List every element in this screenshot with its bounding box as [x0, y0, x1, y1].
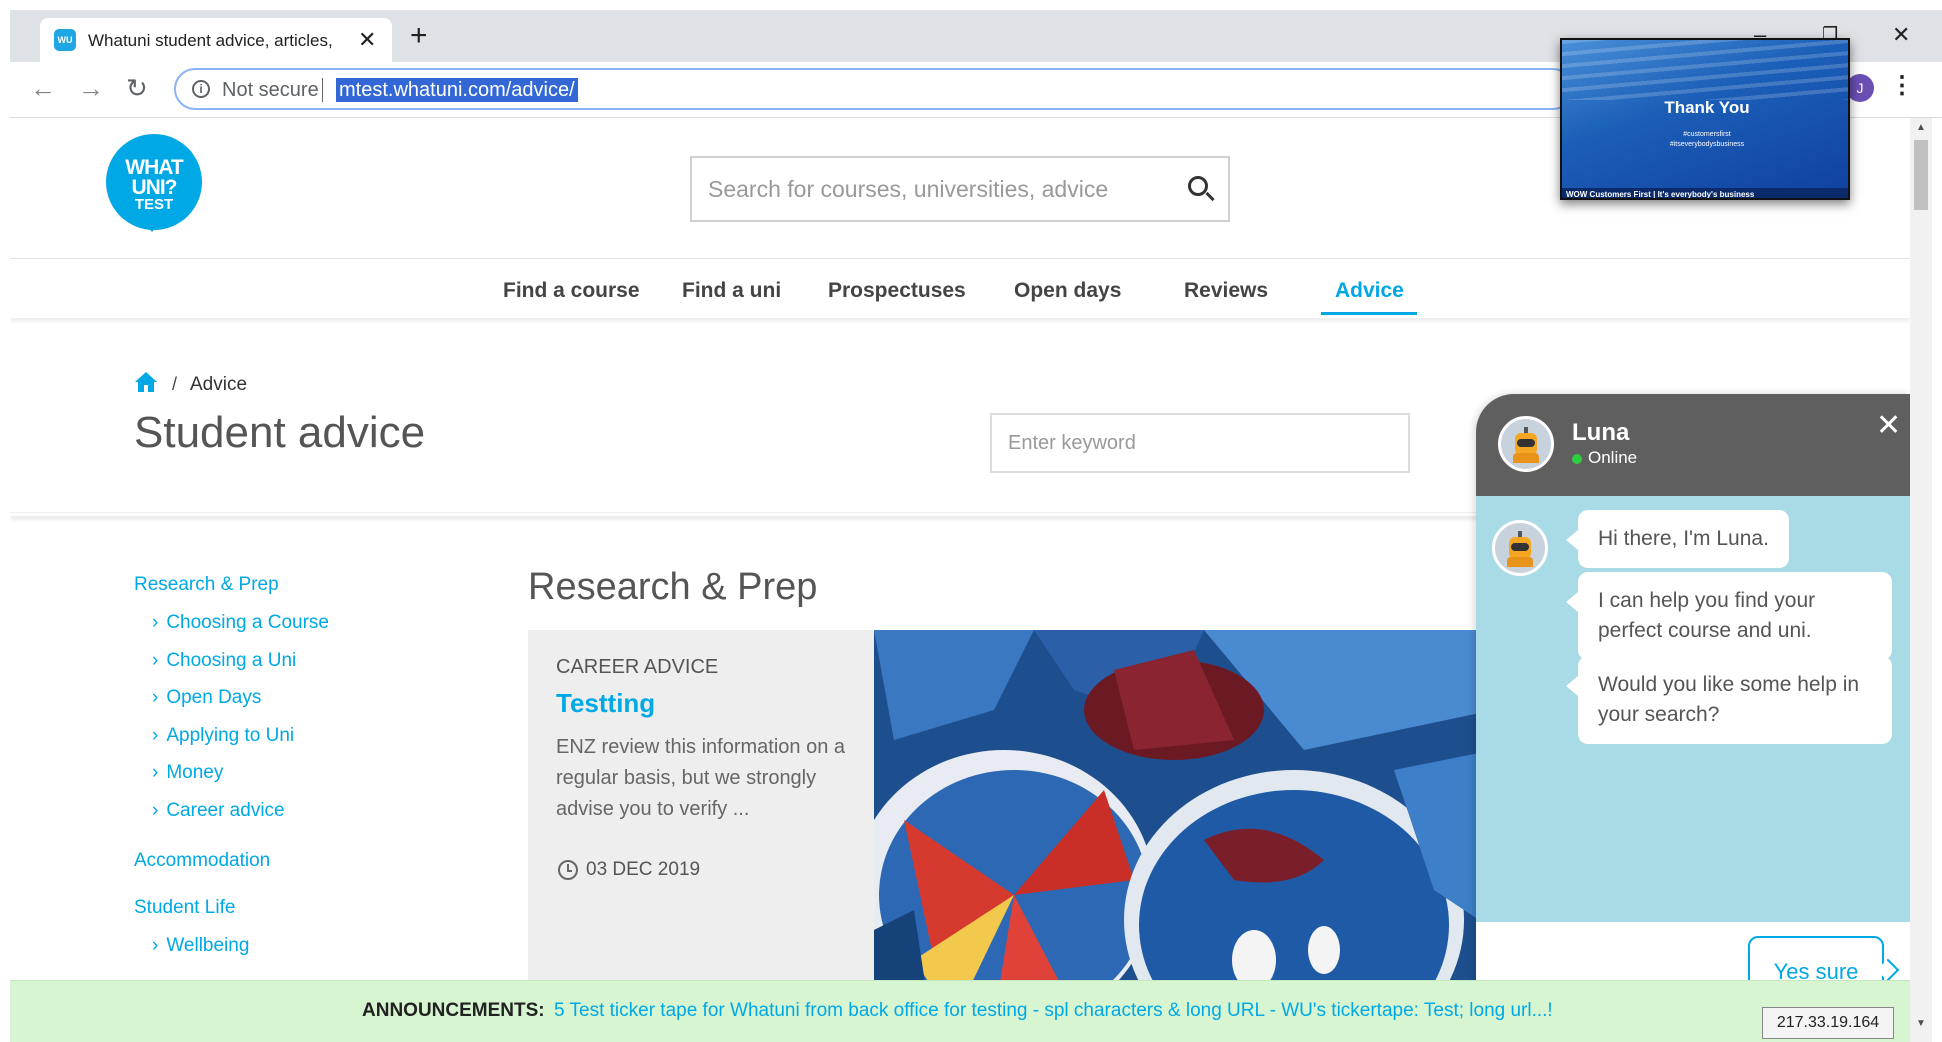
- chat-message: I can help you find your perfect course …: [1578, 572, 1892, 660]
- pip-video[interactable]: Thank You #customersfirst #itseverybodysb…: [1560, 38, 1850, 200]
- pip-hashtags: #customersfirst #itseverybodysbusiness: [1669, 131, 1745, 148]
- section-title: Research & Prep: [528, 566, 818, 608]
- info-icon[interactable]: i: [192, 80, 210, 98]
- tab-title: Whatuni student advice, articles,: [88, 31, 333, 50]
- pip-ticker: WOW Customers First | It's everybody's b…: [1562, 188, 1848, 198]
- address-bar[interactable]: i Not secure mtest.whatuni.com/advice/: [174, 68, 1574, 110]
- browser-window: WU Whatuni student advice, articles, ✕ +…: [0, 0, 1942, 1042]
- whatuni-logo[interactable]: WHAT UNI? TEST: [106, 134, 202, 232]
- chevron-right-icon: ›: [152, 725, 159, 746]
- nav-advice[interactable]: Advice: [1335, 279, 1404, 303]
- breadcrumb-current: Advice: [190, 374, 248, 395]
- sidebar-item-career-advice[interactable]: › Career advice: [152, 800, 285, 822]
- bubble-tail: [1566, 676, 1578, 696]
- favicon-icon: WU: [54, 29, 76, 51]
- window-close-icon[interactable]: ✕: [1892, 22, 1910, 48]
- sidebar-item-choosing-uni[interactable]: › Choosing a Uni: [152, 650, 296, 672]
- nav-find-a-course[interactable]: Find a course: [503, 279, 640, 303]
- sidebar-student-life[interactable]: Student Life: [134, 897, 235, 919]
- article-date: 03 DEC 2019: [586, 859, 701, 880]
- article-description: ENZ review this information on a regular…: [556, 736, 846, 820]
- scroll-down-icon[interactable]: ▼: [1916, 1018, 1926, 1029]
- site-search-input[interactable]: [708, 172, 1148, 206]
- reload-icon[interactable]: ↻: [126, 73, 148, 104]
- sidebar-accommodation[interactable]: Accommodation: [134, 850, 270, 872]
- pip-waves: [1562, 40, 1848, 100]
- page-title: Student advice: [134, 408, 426, 457]
- search-icon[interactable]: [1188, 176, 1208, 196]
- page-viewport: WHATUNI? TEST Find a course Find a uni P…: [10, 118, 1910, 1042]
- url-text[interactable]: mtest.whatuni.com/advice/: [336, 78, 578, 102]
- forward-arrow-icon[interactable]: →: [78, 73, 104, 104]
- chat-widget: Luna Online ✕ Hi there, I'm Luna. I can …: [1476, 394, 1910, 1042]
- chevron-right-icon: ›: [152, 687, 159, 708]
- chevron-right-icon: ›: [152, 612, 159, 633]
- breadcrumb-separator: /: [172, 374, 178, 394]
- chat-message: Hi there, I'm Luna.: [1578, 510, 1789, 568]
- bot-avatar: [1498, 416, 1554, 472]
- clock-icon: [558, 860, 578, 880]
- bubble-tail: [1566, 592, 1578, 612]
- chevron-right-icon: ›: [152, 650, 159, 671]
- home-icon[interactable]: [134, 371, 158, 393]
- logo-tail: [140, 218, 164, 232]
- logo-text: WHAT UNI?: [125, 156, 183, 199]
- ip-address-box: 217.33.19.164: [1762, 1007, 1894, 1039]
- article-title[interactable]: Testting: [556, 688, 655, 719]
- chat-bot-name: Luna: [1572, 419, 1630, 446]
- tab-close-icon[interactable]: ✕: [358, 27, 376, 53]
- chat-header: Luna Online ✕: [1476, 394, 1910, 496]
- nav-open-days[interactable]: Open days: [1014, 279, 1121, 303]
- bubble-tail: [1566, 530, 1578, 550]
- ticker-link[interactable]: 5 Test ticker tape for Whatuni from back…: [554, 1000, 1553, 1022]
- chevron-right-icon: ›: [152, 800, 159, 821]
- online-status-icon: [1572, 454, 1582, 464]
- chat-status: Online: [1588, 448, 1638, 467]
- keyword-search: [990, 413, 1410, 473]
- pip-title: Thank You: [1664, 98, 1750, 117]
- active-nav-underline: [1321, 312, 1417, 315]
- sidebar-item-choosing-course[interactable]: › Choosing a Course: [152, 612, 329, 634]
- main-navigation: Find a course Find a uni Prospectuses Op…: [10, 258, 1910, 318]
- not-secure-label[interactable]: Not secure: [222, 79, 319, 102]
- profile-avatar[interactable]: J: [1846, 74, 1874, 102]
- keyword-input[interactable]: [1008, 429, 1388, 457]
- site-search: [690, 156, 1230, 222]
- ticker-label: ANNOUNCEMENTS:: [362, 1000, 545, 1021]
- omnibox-divider: [322, 78, 323, 102]
- sidebar-item-money[interactable]: › Money: [152, 762, 223, 784]
- chat-close-icon[interactable]: ✕: [1876, 408, 1901, 443]
- article-category: CAREER ADVICE: [556, 656, 719, 678]
- nav-reviews[interactable]: Reviews: [1184, 279, 1268, 303]
- sidebar-research-prep[interactable]: Research & Prep: [134, 574, 279, 596]
- message-bot-avatar: [1492, 520, 1548, 576]
- chevron-right-icon: ›: [152, 935, 159, 956]
- announcement-ticker: ANNOUNCEMENTS: 5 Test ticker tape for Wh…: [10, 980, 1910, 1042]
- page-scrollbar[interactable]: ▲ ▼: [1910, 118, 1932, 1042]
- nav-find-a-uni[interactable]: Find a uni: [682, 279, 781, 303]
- scroll-thumb[interactable]: [1914, 140, 1928, 210]
- chat-messages: Hi there, I'm Luna. I can help you find …: [1476, 496, 1910, 922]
- back-arrow-icon[interactable]: ←: [30, 73, 56, 104]
- chevron-right-icon: ›: [152, 762, 159, 783]
- nav-prospectuses[interactable]: Prospectuses: [828, 279, 966, 303]
- sidebar-item-open-days[interactable]: › Open Days: [152, 687, 261, 709]
- sidebar-item-applying[interactable]: › Applying to Uni: [152, 725, 294, 747]
- chat-message: Would you like some help in your search?: [1578, 656, 1892, 744]
- logo-test-label: TEST: [134, 196, 174, 213]
- browser-menu-icon[interactable]: ⋮: [1890, 71, 1914, 100]
- sidebar-item-wellbeing[interactable]: › Wellbeing: [152, 935, 249, 957]
- new-tab-plus-icon[interactable]: +: [410, 21, 428, 51]
- browser-tab[interactable]: WU Whatuni student advice, articles, ✕: [40, 18, 392, 62]
- scroll-up-icon[interactable]: ▲: [1916, 122, 1926, 133]
